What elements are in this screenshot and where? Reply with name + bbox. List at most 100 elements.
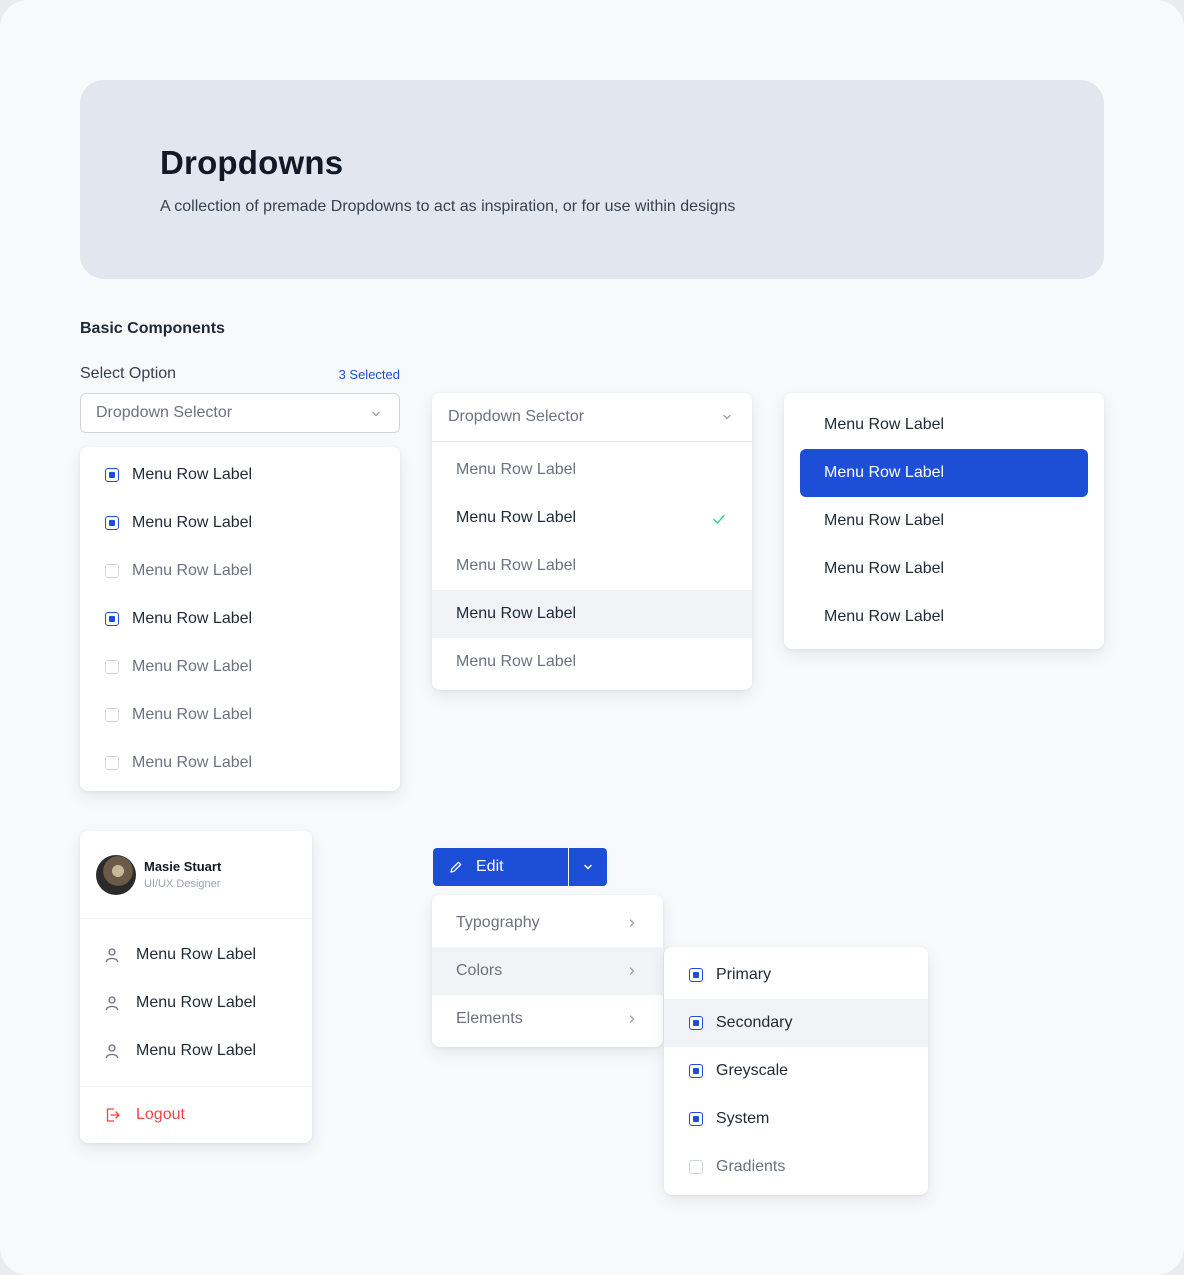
checkbox-row[interactable]: Menu Row Label <box>80 643 400 691</box>
menu-row[interactable]: Typography <box>432 899 663 947</box>
checkbox-unchecked[interactable] <box>689 1160 703 1174</box>
divider <box>80 918 312 919</box>
checkbox-row[interactable]: System <box>664 1095 928 1143</box>
row-label: Elements <box>456 1010 523 1027</box>
divider <box>80 1086 312 1087</box>
menu-row-hover[interactable]: Menu Row Label <box>432 590 752 638</box>
selected-count: 3 Selected <box>338 367 400 382</box>
section-title: Basic Components <box>80 320 225 337</box>
edit-dropdown-toggle[interactable] <box>569 848 607 886</box>
row-label: Greyscale <box>716 1062 789 1079</box>
menu-row[interactable]: Menu Row Label <box>784 497 1104 545</box>
user-role: UI/UX Designer <box>144 878 221 890</box>
row-label: Menu Row Label <box>824 608 945 625</box>
chevron-right-icon <box>626 965 638 977</box>
menu-row-active[interactable]: Menu Row Label <box>800 449 1088 497</box>
user-icon <box>105 995 119 1016</box>
checkbox-checked[interactable] <box>689 1112 703 1126</box>
user-icon <box>105 947 119 968</box>
avatar <box>96 855 136 895</box>
menu-row[interactable]: Menu Row Label <box>432 446 752 494</box>
row-label: Menu Row Label <box>132 706 253 723</box>
row-label: System <box>716 1110 770 1127</box>
menu-row[interactable]: Menu Row Label <box>432 542 752 590</box>
row-label: Menu Row Label <box>824 512 945 529</box>
checkbox-row[interactable]: Menu Row Label <box>80 739 400 787</box>
row-label: Menu Row Label <box>136 994 257 1011</box>
row-label: Menu Row Label <box>132 658 253 675</box>
row-label: Colors <box>456 962 503 979</box>
checkbox-row[interactable]: Menu Row Label <box>80 499 400 547</box>
checkbox-row[interactable]: Menu Row Label <box>80 595 400 643</box>
user-profile-menu: Masie Stuart UI/UX Designer Menu Row Lab… <box>80 831 312 1143</box>
dropdown-placeholder: Dropdown Selector <box>448 408 585 425</box>
single-select-dropdown: Dropdown Selector Menu Row Label Menu Ro… <box>432 393 752 690</box>
chevron-down-icon <box>721 411 733 423</box>
checkbox-checked[interactable] <box>689 968 703 982</box>
row-label: Typography <box>456 914 540 931</box>
row-label: Menu Row Label <box>132 754 253 771</box>
divider <box>432 441 752 442</box>
checkbox-checked[interactable] <box>105 468 119 482</box>
row-label: Gradients <box>716 1158 786 1175</box>
menu-row[interactable]: Menu Row Label <box>784 593 1104 641</box>
user-name: Masie Stuart <box>144 859 222 874</box>
chevron-right-icon <box>626 917 638 929</box>
logout-icon <box>105 1107 120 1128</box>
checkmark-icon <box>712 512 726 530</box>
row-label: Primary <box>716 966 772 983</box>
checkbox-row[interactable]: Greyscale <box>664 1047 928 1095</box>
row-label: Menu Row Label <box>132 466 253 483</box>
checkbox-row[interactable]: Menu Row Label <box>80 547 400 595</box>
checkbox-row[interactable]: Gradients <box>664 1143 928 1191</box>
row-label: Menu Row Label <box>456 557 577 574</box>
canvas: Dropdowns A collection of premade Dropdo… <box>0 0 1184 1275</box>
row-label: Menu Row Label <box>132 610 253 627</box>
chevron-down-icon <box>582 861 594 873</box>
menu-row[interactable]: Menu Row Label <box>80 1027 312 1075</box>
row-label: Menu Row Label <box>456 605 577 622</box>
row-label: Menu Row Label <box>136 946 257 963</box>
checkbox-row-hover[interactable]: Secondary <box>664 999 928 1047</box>
hero-banner: Dropdowns A collection of premade Dropdo… <box>80 80 1104 279</box>
checkbox-row[interactable]: Menu Row Label <box>80 691 400 739</box>
menu-row-selected[interactable]: Menu Row Label <box>432 494 752 542</box>
row-label: Menu Row Label <box>824 464 945 481</box>
checkbox-unchecked[interactable] <box>105 660 119 674</box>
checkbox-row[interactable]: Primary <box>664 951 928 999</box>
menu-row[interactable]: Menu Row Label <box>432 638 752 686</box>
row-label: Menu Row Label <box>456 461 577 478</box>
checkbox-checked[interactable] <box>689 1016 703 1030</box>
checkbox-row[interactable]: Menu Row Label <box>80 451 400 499</box>
simple-dropdown-menu: Menu Row Label Menu Row Label Menu Row L… <box>784 393 1104 649</box>
checkbox-dropdown-menu: Menu Row Label Menu Row Label Menu Row L… <box>80 447 400 791</box>
menu-row[interactable]: Elements <box>432 995 663 1043</box>
row-label: Menu Row Label <box>824 560 945 577</box>
checkbox-unchecked[interactable] <box>105 756 119 770</box>
menu-row[interactable]: Menu Row Label <box>784 401 1104 449</box>
edit-label: Edit <box>476 858 504 875</box>
select-label: Select Option <box>80 365 177 382</box>
row-label: Menu Row Label <box>456 653 577 670</box>
checkbox-checked[interactable] <box>105 516 119 530</box>
menu-row[interactable]: Menu Row Label <box>80 931 312 979</box>
dropdown-selector[interactable]: Dropdown Selector <box>432 393 752 441</box>
edit-button[interactable]: Edit <box>433 848 568 886</box>
checkbox-checked[interactable] <box>105 612 119 626</box>
checkbox-unchecked[interactable] <box>105 708 119 722</box>
logout-button[interactable]: Logout <box>80 1091 312 1139</box>
menu-row-hover[interactable]: Colors <box>432 947 663 995</box>
dropdown-selector[interactable]: Dropdown Selector <box>80 393 400 433</box>
checkbox-unchecked[interactable] <box>105 564 119 578</box>
dropdown-placeholder: Dropdown Selector <box>96 404 233 421</box>
row-label: Menu Row Label <box>132 514 253 531</box>
menu-row[interactable]: Menu Row Label <box>80 979 312 1027</box>
row-label: Menu Row Label <box>456 509 577 526</box>
chevron-right-icon <box>626 1013 638 1025</box>
edit-dropdown-menu: Typography Colors Elements <box>432 895 663 1047</box>
menu-row[interactable]: Menu Row Label <box>784 545 1104 593</box>
chevron-down-icon <box>370 408 382 420</box>
checkbox-checked[interactable] <box>689 1064 703 1078</box>
row-label: Menu Row Label <box>136 1042 257 1059</box>
page-title: Dropdowns <box>160 144 344 181</box>
